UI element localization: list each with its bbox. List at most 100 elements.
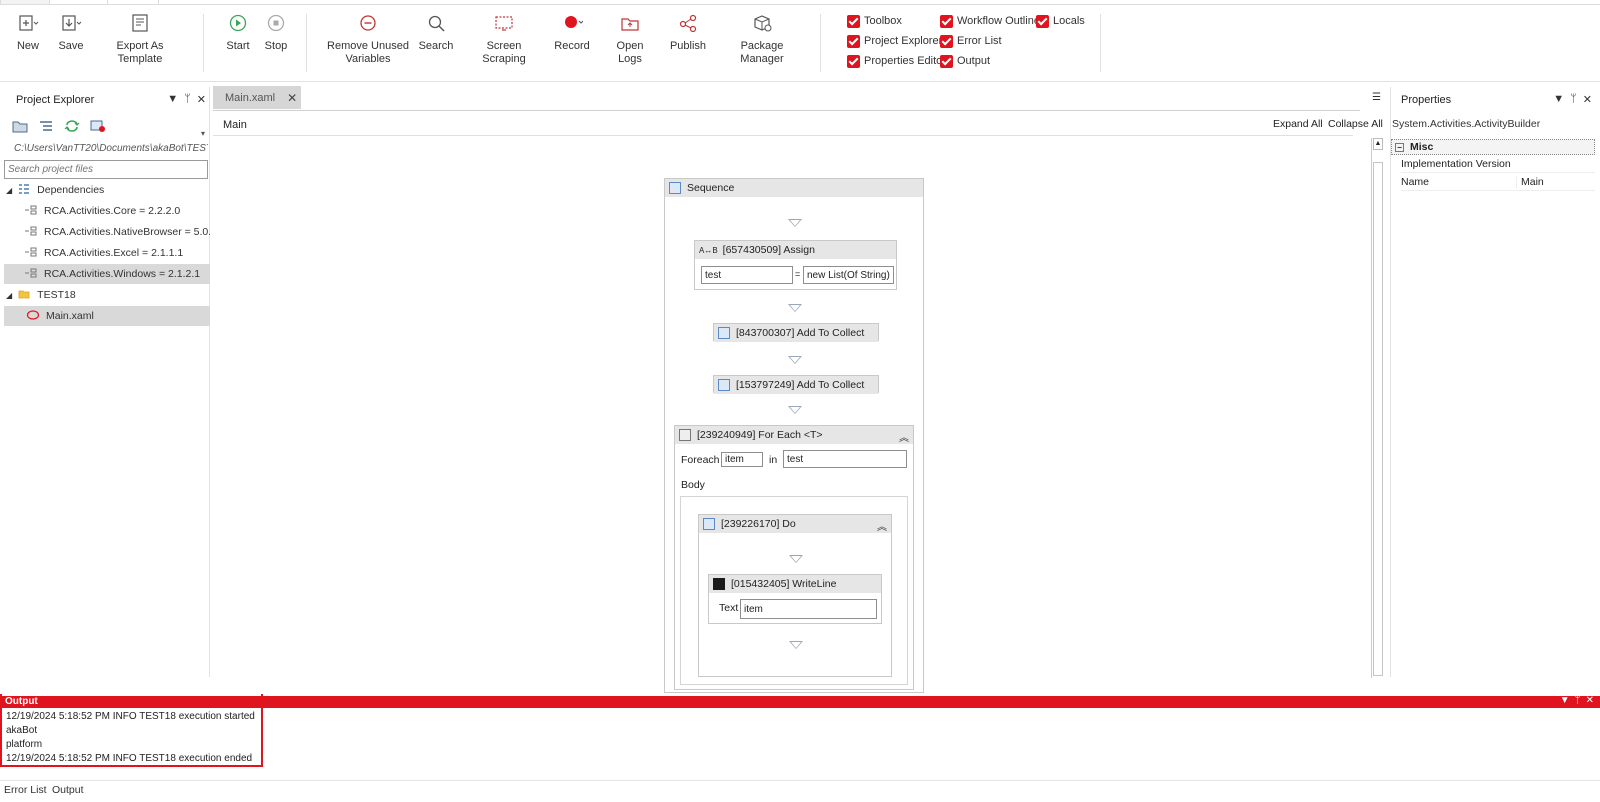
toggle-workflow-outline[interactable]: Workflow Outline — [940, 13, 1040, 29]
property-group-misc[interactable]: − Misc — [1391, 139, 1595, 155]
expand-triangle-icon[interactable]: ◢ — [6, 291, 12, 300]
open-folder-icon[interactable] — [12, 119, 28, 136]
drop-arrow-icon[interactable] — [788, 304, 802, 312]
add-to-collection-header: [153797249] Add To Collect — [714, 376, 878, 394]
drop-arrow-icon[interactable] — [789, 555, 803, 563]
tab-list-menu-icon[interactable]: ☰ — [1372, 92, 1381, 103]
remove-unused-variables-button[interactable]: Remove Unused Variables — [326, 12, 410, 65]
project-explorer-title: Project Explorer — [16, 94, 95, 106]
collapse-box-icon[interactable]: − — [1395, 142, 1404, 152]
add-to-collection-activity[interactable]: [153797249] Add To Collect — [713, 375, 879, 394]
publish-button[interactable]: Publish — [668, 12, 708, 64]
expand-all-button[interactable]: Expand All — [1273, 118, 1323, 130]
package-reference-icon — [24, 246, 38, 261]
output-line: 12/19/2024 5:18:52 PM INFO TEST18 execut… — [6, 753, 253, 764]
start-button[interactable]: Start — [222, 12, 254, 64]
save-button[interactable]: Save — [55, 12, 87, 64]
drop-arrow-icon[interactable] — [788, 406, 802, 414]
body-container[interactable]: [239226170] Do ︽ [015432405] WriteLine T… — [680, 496, 908, 685]
export-template-button[interactable]: Export As Template — [94, 12, 186, 65]
close-icon[interactable]: ✕ — [1583, 93, 1592, 106]
vertical-scrollbar[interactable]: ▲ — [1371, 138, 1383, 678]
add-to-collection-activity[interactable]: [843700307] Add To Collect — [713, 323, 879, 342]
toggle-toolbox[interactable]: Toolbox — [847, 13, 902, 29]
open-logs-button[interactable]: Open Logs — [604, 12, 656, 65]
toggle-properties-editor[interactable]: Properties Editor — [847, 53, 946, 69]
property-value[interactable]: Main — [1516, 176, 1544, 188]
search-project-files-input[interactable] — [4, 160, 208, 179]
properties-class-name: System.Activities.ActivityBuilder — [1392, 118, 1541, 130]
for-each-activity[interactable]: [239240949] For Each <T> ︽ Foreach item … — [674, 425, 914, 690]
breadcrumb[interactable]: Main — [223, 119, 247, 131]
scroll-up-icon[interactable]: ▲ — [1373, 138, 1383, 150]
project-explorer-header: Project Explorer ▼ ᛘ ✕ — [16, 88, 210, 112]
scrollbar-thumb[interactable] — [1373, 162, 1383, 676]
toggle-error-list[interactable]: Error List — [940, 33, 1002, 49]
toggle-locals[interactable]: Locals — [1036, 13, 1085, 29]
collapse-chevron-icon[interactable]: ︽ — [877, 518, 887, 533]
foreach-item-field[interactable]: item — [721, 452, 763, 467]
new-button[interactable]: New — [12, 12, 44, 64]
close-icon[interactable]: ✕ — [287, 91, 297, 105]
writeline-activity[interactable]: [015432405] WriteLine Text item — [708, 574, 882, 624]
project-path: C:\Users\VanTT20\Documents\akaBot\TEST — [14, 143, 208, 154]
tree-item-dependency[interactable]: RCA.Activities.Windows = 2.1.2.1 — [4, 264, 210, 284]
tab-error-list[interactable]: Error List — [4, 784, 47, 796]
pin-icon[interactable]: ᛘ — [184, 93, 191, 106]
record-button[interactable]: Record — [554, 12, 590, 64]
tree-node-dependencies[interactable]: ◢ Dependencies — [4, 180, 210, 200]
open-logs-icon — [619, 12, 641, 34]
package-manager-button[interactable]: Package Manager — [720, 12, 804, 65]
assign-value-field[interactable]: new List(Of String) — [803, 266, 894, 284]
toggle-project-explorer[interactable]: Project Explorer — [847, 33, 942, 49]
assign-activity[interactable]: A↔B [657430509] Assign test = new List(O… — [694, 240, 897, 290]
toggle-output[interactable]: Output — [940, 53, 990, 69]
expand-triangle-icon[interactable]: ◢ — [6, 186, 12, 195]
dropdown-arrow-icon[interactable]: ▼ — [167, 93, 178, 106]
sequence-activity[interactable]: Sequence A↔B [657430509] Assign test = n… — [664, 178, 924, 693]
drop-arrow-icon[interactable] — [788, 219, 802, 227]
toolbar-overflow-icon[interactable]: ▾ — [201, 129, 205, 138]
collapse-chevron-icon[interactable]: ︽ — [899, 429, 909, 444]
search-button[interactable]: Search — [418, 12, 454, 64]
close-icon[interactable]: ✕ — [1586, 695, 1594, 706]
output-log[interactable]: 12/19/2024 5:18:52 PM INFO TEST18 execut… — [0, 708, 1600, 778]
dropdown-arrow-icon[interactable]: ▼ — [1553, 93, 1564, 106]
pin-icon[interactable]: ᛘ — [1570, 93, 1577, 106]
workflow-file-icon — [26, 309, 40, 324]
screen-scraping-label: Screen Scraping — [482, 40, 526, 65]
ribbon-tab-right[interactable] — [107, 0, 159, 5]
stop-button[interactable]: Stop — [260, 12, 292, 64]
screen-scraping-button[interactable]: Screen Scraping — [466, 12, 542, 65]
ribbon-tab-left[interactable] — [0, 0, 50, 5]
tree-item-dependency[interactable]: RCA.Activities.Core = 2.2.2.0 — [4, 201, 210, 221]
do-sequence-activity[interactable]: [239226170] Do ︽ [015432405] WriteLine T… — [698, 514, 892, 677]
remove-dependency-icon[interactable] — [90, 119, 106, 136]
remove-icon — [357, 12, 379, 34]
tab-output[interactable]: Output — [52, 784, 84, 796]
refresh-icon[interactable] — [64, 119, 80, 136]
drop-arrow-icon[interactable] — [788, 356, 802, 364]
property-row-implementation-version[interactable]: Implementation Version — [1401, 156, 1595, 173]
drop-arrow-icon[interactable] — [789, 641, 803, 649]
screen-scraping-icon — [493, 12, 515, 34]
checkbox-checked-icon — [847, 14, 860, 28]
assign-to-field[interactable]: test — [701, 266, 793, 284]
pin-icon[interactable]: ᛘ — [1575, 695, 1581, 706]
close-icon[interactable]: ✕ — [197, 93, 206, 106]
foreach-values-field[interactable]: test — [783, 450, 907, 468]
writeline-text-field[interactable]: item — [740, 599, 877, 619]
property-row-name[interactable]: Name Main — [1401, 174, 1595, 191]
tree-node-project[interactable]: ◢ TEST18 — [4, 285, 210, 305]
document-tab-main-xaml[interactable]: Main.xaml ✕ — [213, 86, 301, 109]
tree-item-main-xaml[interactable]: Main.xaml — [4, 306, 210, 326]
tree-item-dependency[interactable]: RCA.Activities.NativeBrowser = 5.0.0.2 — [4, 222, 210, 242]
designer-canvas[interactable]: ▲ Sequence A↔B [657430509] Assign test =… — [213, 135, 1383, 693]
dropdown-arrow-icon[interactable]: ▼ — [1560, 695, 1570, 706]
start-label: Start — [226, 40, 250, 52]
checkbox-checked-icon — [847, 54, 860, 68]
list-tree-icon[interactable] — [38, 119, 54, 136]
collapse-all-button[interactable]: Collapse All — [1328, 118, 1383, 130]
project-label: TEST18 — [37, 289, 76, 301]
tree-item-dependency[interactable]: RCA.Activities.Excel = 2.1.1.1 — [4, 243, 210, 263]
